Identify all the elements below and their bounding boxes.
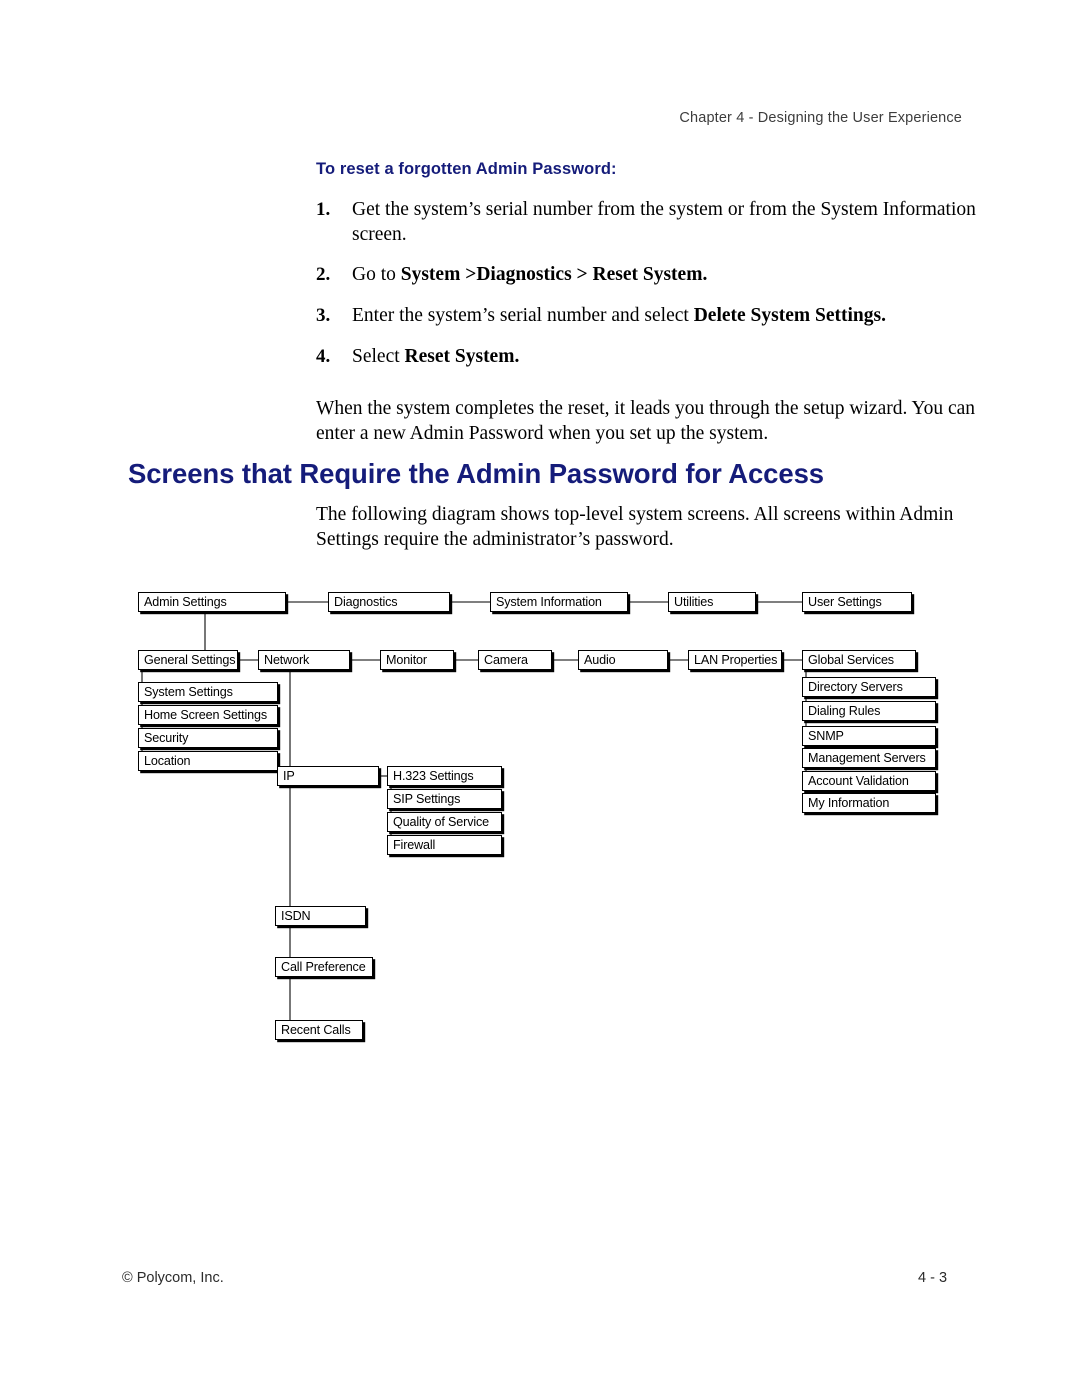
diagram-node-audio: Audio [578,650,668,670]
diagram-node-global-services: Global Services [802,650,916,670]
diagram-node-label: Location [144,753,191,768]
diagram-node-camera: Camera [478,650,552,670]
diagram-node-directory-servers: Directory Servers [802,677,936,697]
diagram-node-label: H.323 Settings [393,768,474,783]
diagram-node-my-information: My Information [802,793,936,813]
diagram-node-label: IP [283,768,295,783]
screen-hierarchy-diagram: Admin Settings Diagnostics System Informat… [0,0,1080,1397]
diagram-node-label: Management Servers [808,750,926,765]
diagram-node-label: Audio [584,652,616,667]
diagram-node-isdn: ISDN [275,906,366,926]
diagram-node-label: Network [264,652,310,667]
diagram-node-label: Monitor [386,652,427,667]
diagram-node-label: System Settings [144,684,233,699]
diagram-node-label: Firewall [393,837,436,852]
diagram-node-user-settings: User Settings [802,592,912,612]
diagram-node-label: Diagnostics [334,594,398,609]
diagram-node-utilities: Utilities [668,592,756,612]
diagram-node-security: Security [138,728,278,748]
document-page: Chapter 4 - Designing the User Experienc… [0,0,1080,1397]
diagram-node-home-screen-settings: Home Screen Settings [138,705,278,725]
diagram-node-label: Admin Settings [144,594,227,609]
diagram-node-dialing-rules: Dialing Rules [802,701,936,721]
diagram-node-system-settings: System Settings [138,682,278,702]
diagram-node-sip-settings: SIP Settings [387,789,502,809]
diagram-node-label: Utilities [674,594,714,609]
diagram-node-system-information: System Information [490,592,628,612]
diagram-node-label: Camera [484,652,528,667]
diagram-node-firewall: Firewall [387,835,502,855]
diagram-node-quality-of-service: Quality of Service [387,812,502,832]
diagram-node-monitor: Monitor [380,650,454,670]
diagram-node-snmp: SNMP [802,726,936,746]
diagram-node-network: Network [258,650,350,670]
diagram-node-admin-settings: Admin Settings [138,592,286,612]
diagram-node-lan-properties: LAN Properties [688,650,782,670]
diagram-node-label: ISDN [281,908,311,923]
diagram-node-label: Home Screen Settings [144,707,267,722]
diagram-node-label: Dialing Rules [808,703,881,718]
diagram-node-label: Account Validation [808,773,909,788]
diagram-node-label: LAN Properties [694,652,778,667]
diagram-node-account-validation: Account Validation [802,771,936,791]
diagram-node-call-preference: Call Preference [275,957,373,977]
diagram-node-diagnostics: Diagnostics [328,592,450,612]
diagram-node-location: Location [138,751,278,771]
diagram-node-label: General Settings [144,652,236,667]
diagram-node-label: Recent Calls [281,1022,351,1037]
footer-copyright: © Polycom, Inc. [122,1270,224,1286]
diagram-node-label: SNMP [808,728,844,743]
diagram-node-label: System Information [496,594,602,609]
diagram-node-label: Directory Servers [808,679,903,694]
diagram-node-label: My Information [808,795,890,810]
diagram-node-label: Global Services [808,652,894,667]
diagram-node-recent-calls: Recent Calls [275,1020,363,1040]
footer-page-number: 4 - 3 [918,1270,948,1286]
diagram-node-label: User Settings [808,594,882,609]
diagram-node-general-settings: General Settings [138,650,238,670]
diagram-node-h323-settings: H.323 Settings [387,766,502,786]
diagram-node-label: SIP Settings [393,791,461,806]
diagram-node-management-servers: Management Servers [802,748,936,768]
diagram-node-ip: IP [277,766,379,786]
diagram-node-label: Security [144,730,189,745]
diagram-node-label: Call Preference [281,959,366,974]
diagram-node-label: Quality of Service [393,814,489,829]
